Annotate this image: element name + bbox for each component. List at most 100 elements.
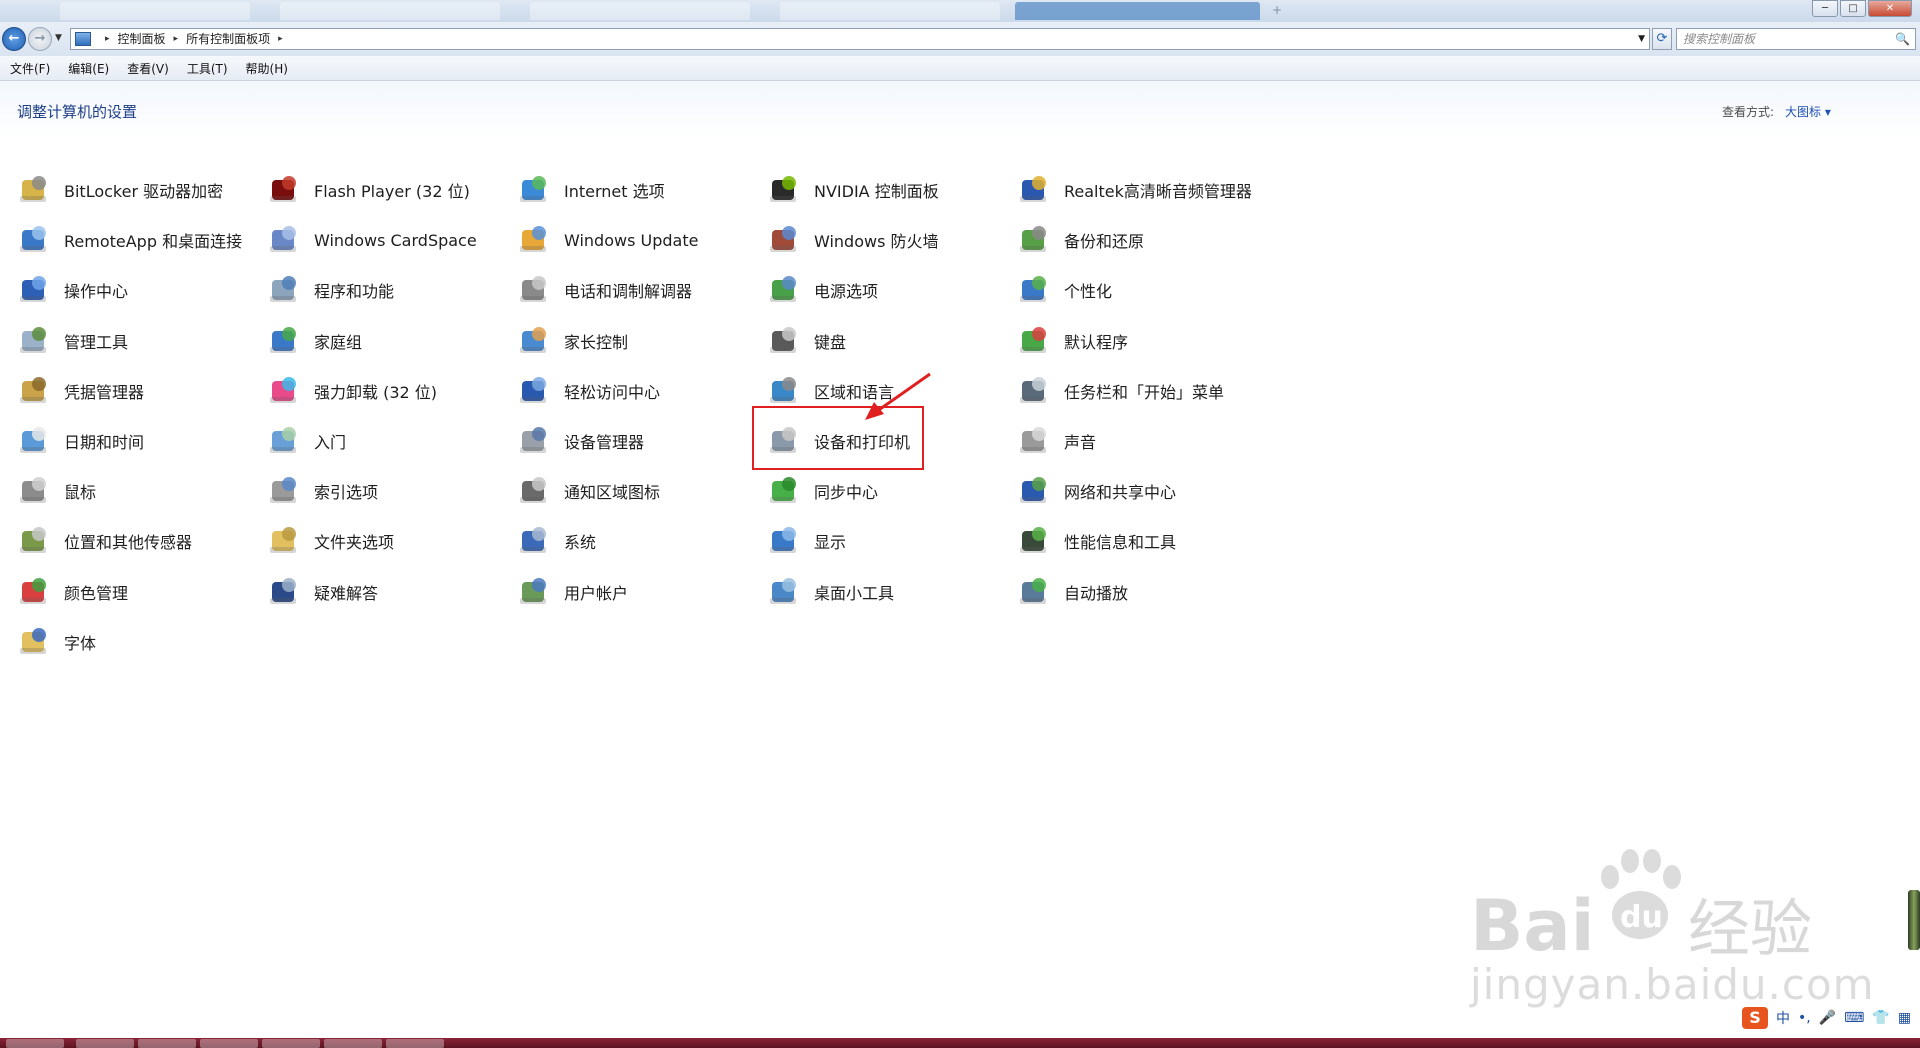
back-button[interactable]: ← [2, 27, 26, 51]
new-tab-button[interactable]: + [1272, 3, 1282, 17]
cp-item-firewall[interactable]: Windows 防火墙 [768, 220, 939, 260]
browser-tab[interactable] [280, 2, 500, 20]
action-center-flag-icon [18, 274, 50, 306]
cp-item-windows-update[interactable]: Windows Update [518, 220, 698, 260]
keyboard-icon[interactable]: ⌨ [1844, 1010, 1864, 1026]
refresh-button[interactable]: ⟳ [1652, 28, 1672, 50]
cp-item-flash-player[interactable]: Flash Player (32 位) [268, 170, 470, 210]
cp-item-uninstaller[interactable]: 强力卸载 (32 位) [268, 371, 437, 411]
breadcrumb-separator[interactable]: ▸ [105, 29, 110, 49]
cp-item-backup-restore[interactable]: 备份和还原 [1018, 220, 1144, 260]
menu-file[interactable]: 文件(F) [0, 60, 58, 77]
cp-item-autoplay[interactable]: 自动播放 [1018, 572, 1128, 612]
cp-item-parental-controls[interactable]: 家长控制 [518, 321, 628, 361]
troubleshoot-icon [268, 576, 300, 608]
browser-tab-active[interactable] [1015, 2, 1260, 20]
cp-item-personalization[interactable]: 个性化 [1018, 270, 1112, 310]
cp-item-display[interactable]: 显示 [768, 521, 846, 561]
cp-item-nvidia[interactable]: NVIDIA 控制面板 [768, 170, 939, 210]
cp-item-cardspace[interactable]: Windows CardSpace [268, 220, 477, 260]
cp-item-keyboard[interactable]: 键盘 [768, 321, 846, 361]
cp-item-notification-area[interactable]: 通知区域图标 [518, 471, 660, 511]
default-programs-icon [1018, 325, 1050, 357]
page-header: 调整计算机的设置 查看方式: 大图标 ▾ [0, 81, 1920, 141]
cp-item-indexing-magnifier[interactable]: 索引选项 [268, 471, 378, 511]
breadcrumb-separator[interactable]: ▸ [174, 29, 179, 49]
taskbar-button[interactable] [324, 1039, 382, 1048]
side-gadget-grip[interactable] [1908, 890, 1920, 950]
cp-item-admin-tools[interactable]: 管理工具 [18, 321, 128, 361]
cp-item-remoteapp[interactable]: RemoteApp 和桌面连接 [18, 220, 242, 260]
cp-item-system[interactable]: 系统 [518, 521, 596, 561]
cp-item-sync-center[interactable]: 同步中心 [768, 471, 878, 511]
breadcrumb-separator[interactable]: ▸ [278, 29, 283, 49]
cp-item-programs-features[interactable]: 程序和功能 [268, 270, 394, 310]
menu-view[interactable]: 查看(V) [117, 60, 177, 77]
close-button[interactable]: ✕ [1868, 0, 1912, 17]
ime-mode-toggle[interactable]: 中 [1776, 1008, 1790, 1028]
cp-item-label: 位置和其他传感器 [64, 533, 193, 553]
cp-item-internet-options[interactable]: Internet 选项 [518, 170, 665, 210]
menu-help[interactable]: 帮助(H) [236, 60, 296, 77]
breadcrumb-all-items[interactable]: 所有控制面板项 [186, 29, 270, 49]
breadcrumb-control-panel[interactable]: 控制面板 [118, 29, 166, 49]
cp-item-ease-of-access[interactable]: 轻松访问中心 [518, 371, 660, 411]
cp-item-phone-modem[interactable]: 电话和调制解调器 [518, 270, 692, 310]
control-panel-icon [75, 32, 91, 46]
view-by-label: 查看方式: [1722, 105, 1775, 119]
cp-item-color-management[interactable]: 颜色管理 [18, 572, 128, 612]
search-placeholder: 搜索控制面板 [1683, 32, 1756, 46]
cp-item-calendar-clock[interactable]: 日期和时间 [18, 421, 144, 461]
browser-tab[interactable] [780, 2, 1000, 20]
sogou-ime-logo[interactable]: S [1742, 1007, 1768, 1029]
cp-item-power-options[interactable]: 电源选项 [768, 270, 878, 310]
start-button[interactable] [6, 1039, 64, 1048]
recent-pages-dropdown[interactable]: ▼ [55, 33, 62, 43]
minimize-button[interactable]: ─ [1812, 0, 1838, 17]
ime-punctuation-toggle[interactable]: •, [1798, 1010, 1811, 1026]
cp-item-taskbar-start[interactable]: 任务栏和「开始」菜单 [1018, 371, 1224, 411]
taskbar-button[interactable] [386, 1039, 444, 1048]
bitlocker-icon [18, 174, 50, 206]
cp-item-performance[interactable]: 性能信息和工具 [1018, 521, 1176, 561]
cp-item-troubleshoot[interactable]: 疑难解答 [268, 572, 378, 612]
cp-item-region-language[interactable]: 区域和语言 [768, 371, 894, 411]
cp-item-homegroup[interactable]: 家庭组 [268, 321, 362, 361]
taskbar-button[interactable] [200, 1039, 258, 1048]
cp-item-credential-vault[interactable]: 凭据管理器 [18, 371, 144, 411]
search-icon[interactable]: 🔍 [1895, 29, 1910, 49]
cp-item-user-accounts[interactable]: 用户帐户 [518, 572, 628, 612]
cp-item-fonts-folder[interactable]: 字体 [18, 622, 96, 662]
svg-text:经验: 经验 [1688, 892, 1812, 965]
cp-item-network-sharing[interactable]: 网络和共享中心 [1018, 471, 1176, 511]
browser-tab[interactable] [60, 2, 250, 20]
browser-tab[interactable] [530, 2, 750, 20]
cp-item-action-center-flag[interactable]: 操作中心 [18, 270, 128, 310]
cp-item-device-manager[interactable]: 设备管理器 [518, 421, 644, 461]
maximize-button[interactable]: □ [1840, 0, 1866, 17]
skin-shirt-icon[interactable]: 👕 [1872, 1010, 1889, 1026]
cp-item-sensor[interactable]: 位置和其他传感器 [18, 521, 192, 561]
search-input[interactable]: 搜索控制面板 🔍 [1676, 28, 1916, 50]
forward-button[interactable]: → [28, 27, 52, 51]
cp-item-bitlocker[interactable]: BitLocker 驱动器加密 [18, 170, 223, 210]
taskbar-button[interactable] [262, 1039, 320, 1048]
view-by-select[interactable]: 大图标 ▾ [1785, 103, 1831, 120]
cp-item-label: 默认程序 [1064, 332, 1129, 352]
taskbar-button[interactable] [76, 1039, 134, 1048]
taskbar-button[interactable] [138, 1039, 196, 1048]
mouse-icon [18, 475, 50, 507]
address-field[interactable]: ▸ 控制面板 ▸ 所有控制面板项 ▸ ▼ [70, 28, 1650, 50]
cp-item-getting-started[interactable]: 入门 [268, 421, 346, 461]
toolbox-grid-icon[interactable]: ▦ [1898, 1010, 1911, 1026]
cp-item-mouse[interactable]: 鼠标 [18, 471, 96, 511]
menu-edit[interactable]: 编辑(E) [58, 60, 117, 77]
menu-tools[interactable]: 工具(T) [177, 60, 236, 77]
cp-item-default-programs[interactable]: 默认程序 [1018, 321, 1128, 361]
address-dropdown-arrow[interactable]: ▼ [1638, 29, 1645, 49]
cp-item-realtek-audio[interactable]: Realtek高清晰音频管理器 [1018, 170, 1252, 210]
microphone-icon[interactable]: 🎤 [1819, 1010, 1836, 1026]
cp-item-sound-speaker[interactable]: 声音 [1018, 421, 1096, 461]
cp-item-desktop-gadgets[interactable]: 桌面小工具 [768, 572, 894, 612]
cp-item-folder-options[interactable]: 文件夹选项 [268, 521, 394, 561]
